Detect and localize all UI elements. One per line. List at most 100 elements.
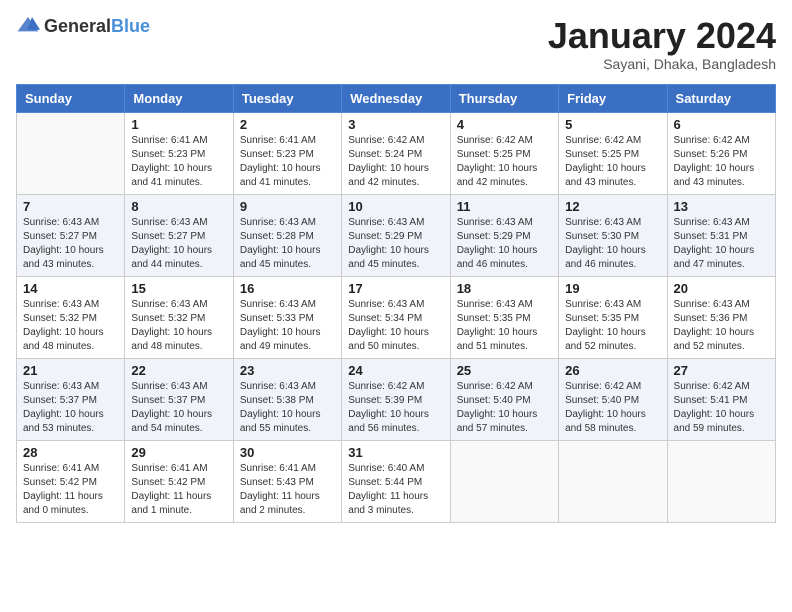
table-row: 3 Sunrise: 6:42 AM Sunset: 5:24 PM Daylig…	[342, 112, 450, 194]
col-header-wednesday: Wednesday	[342, 84, 450, 112]
day-number: 20	[674, 281, 769, 296]
day-info: Sunrise: 6:41 AM Sunset: 5:43 PM Dayligh…	[240, 462, 335, 518]
table-row	[17, 112, 125, 194]
col-header-saturday: Saturday	[667, 84, 775, 112]
day-info: Sunrise: 6:43 AM Sunset: 5:31 PM Dayligh…	[674, 216, 769, 272]
table-row: 10Sunrise: 6:43 AM Sunset: 5:29 PM Dayli…	[342, 194, 450, 276]
day-info: Sunrise: 6:40 AM Sunset: 5:44 PM Dayligh…	[348, 462, 443, 518]
table-row: 6 Sunrise: 6:42 AM Sunset: 5:26 PM Daylig…	[667, 112, 775, 194]
day-number: 21	[23, 363, 118, 378]
day-info: Sunrise: 6:42 AM Sunset: 5:39 PM Dayligh…	[348, 380, 443, 436]
calendar-week-row: 7Sunrise: 6:43 AM Sunset: 5:27 PM Daylig…	[17, 194, 776, 276]
day-info: Sunrise: 6:42 AM Sunset: 5:26 PM Dayligh…	[674, 134, 769, 190]
day-info: Sunrise: 6:43 AM Sunset: 5:27 PM Dayligh…	[23, 216, 118, 272]
day-number: 29	[131, 445, 226, 460]
day-number: 19	[565, 281, 660, 296]
table-row: 16Sunrise: 6:43 AM Sunset: 5:33 PM Dayli…	[233, 276, 341, 358]
day-info: Sunrise: 6:42 AM Sunset: 5:40 PM Dayligh…	[457, 380, 552, 436]
day-info: Sunrise: 6:41 AM Sunset: 5:23 PM Dayligh…	[240, 134, 335, 190]
logo: GeneralBlue	[16, 16, 150, 37]
day-number: 8	[131, 199, 226, 214]
day-number: 31	[348, 445, 443, 460]
day-info: Sunrise: 6:43 AM Sunset: 5:29 PM Dayligh…	[457, 216, 552, 272]
day-number: 16	[240, 281, 335, 296]
day-number: 1	[131, 117, 226, 132]
day-number: 14	[23, 281, 118, 296]
table-row: 29 Sunrise: 6:41 AM Sunset: 5:42 PM Dayli…	[125, 440, 233, 522]
day-number: 4	[457, 117, 552, 132]
day-info: Sunrise: 6:43 AM Sunset: 5:38 PM Dayligh…	[240, 380, 335, 436]
table-row: 31 Sunrise: 6:40 AM Sunset: 5:44 PM Dayli…	[342, 440, 450, 522]
day-number: 3	[348, 117, 443, 132]
day-info: Sunrise: 6:41 AM Sunset: 5:42 PM Dayligh…	[131, 462, 226, 518]
table-row: 20 Sunrise: 6:43 AM Sunset: 5:36 PM Dayli…	[667, 276, 775, 358]
day-number: 12	[565, 199, 660, 214]
page-header: GeneralBlue January 2024 Sayani, Dhaka, …	[16, 16, 776, 72]
col-header-thursday: Thursday	[450, 84, 558, 112]
table-row: 2 Sunrise: 6:41 AM Sunset: 5:23 PM Daylig…	[233, 112, 341, 194]
day-number: 28	[23, 445, 118, 460]
table-row: 19 Sunrise: 6:43 AM Sunset: 5:35 PM Dayli…	[559, 276, 667, 358]
title-area: January 2024 Sayani, Dhaka, Bangladesh	[548, 16, 776, 72]
day-number: 18	[457, 281, 552, 296]
day-info: Sunrise: 6:42 AM Sunset: 5:40 PM Dayligh…	[565, 380, 660, 436]
day-number: 26	[565, 363, 660, 378]
day-number: 22	[131, 363, 226, 378]
day-number: 23	[240, 363, 335, 378]
logo-text-blue: Blue	[111, 16, 150, 36]
table-row: 17Sunrise: 6:43 AM Sunset: 5:34 PM Dayli…	[342, 276, 450, 358]
table-row: 15 Sunrise: 6:43 AM Sunset: 5:32 PM Dayli…	[125, 276, 233, 358]
table-row: 5 Sunrise: 6:42 AM Sunset: 5:25 PM Daylig…	[559, 112, 667, 194]
month-title: January 2024	[548, 16, 776, 56]
day-info: Sunrise: 6:42 AM Sunset: 5:25 PM Dayligh…	[565, 134, 660, 190]
day-info: Sunrise: 6:42 AM Sunset: 5:25 PM Dayligh…	[457, 134, 552, 190]
col-header-friday: Friday	[559, 84, 667, 112]
table-row: 25Sunrise: 6:42 AM Sunset: 5:40 PM Dayli…	[450, 358, 558, 440]
table-row: 1 Sunrise: 6:41 AM Sunset: 5:23 PM Daylig…	[125, 112, 233, 194]
day-number: 27	[674, 363, 769, 378]
table-row	[667, 440, 775, 522]
table-row: 18 Sunrise: 6:43 AM Sunset: 5:35 PM Dayli…	[450, 276, 558, 358]
calendar-table: Sunday Monday Tuesday Wednesday Thursday…	[16, 84, 776, 523]
day-info: Sunrise: 6:42 AM Sunset: 5:24 PM Dayligh…	[348, 134, 443, 190]
table-row: 24 Sunrise: 6:42 AM Sunset: 5:39 PM Dayli…	[342, 358, 450, 440]
table-row	[559, 440, 667, 522]
logo-text-general: General	[44, 16, 111, 36]
logo-icon	[16, 15, 40, 35]
table-row: 7Sunrise: 6:43 AM Sunset: 5:27 PM Daylig…	[17, 194, 125, 276]
col-header-monday: Monday	[125, 84, 233, 112]
day-number: 5	[565, 117, 660, 132]
day-info: Sunrise: 6:43 AM Sunset: 5:37 PM Dayligh…	[23, 380, 118, 436]
day-info: Sunrise: 6:43 AM Sunset: 5:32 PM Dayligh…	[131, 298, 226, 354]
table-row: 27Sunrise: 6:42 AM Sunset: 5:41 PM Dayli…	[667, 358, 775, 440]
day-info: Sunrise: 6:43 AM Sunset: 5:29 PM Dayligh…	[348, 216, 443, 272]
day-number: 15	[131, 281, 226, 296]
col-header-sunday: Sunday	[17, 84, 125, 112]
table-row: 4 Sunrise: 6:42 AM Sunset: 5:25 PM Daylig…	[450, 112, 558, 194]
day-number: 13	[674, 199, 769, 214]
day-info: Sunrise: 6:43 AM Sunset: 5:27 PM Dayligh…	[131, 216, 226, 272]
table-row: 23 Sunrise: 6:43 AM Sunset: 5:38 PM Dayli…	[233, 358, 341, 440]
day-info: Sunrise: 6:43 AM Sunset: 5:35 PM Dayligh…	[457, 298, 552, 354]
day-info: Sunrise: 6:43 AM Sunset: 5:36 PM Dayligh…	[674, 298, 769, 354]
header-row: Sunday Monday Tuesday Wednesday Thursday…	[17, 84, 776, 112]
calendar-week-row: 14 Sunrise: 6:43 AM Sunset: 5:32 PM Dayli…	[17, 276, 776, 358]
table-row: 26 Sunrise: 6:42 AM Sunset: 5:40 PM Dayli…	[559, 358, 667, 440]
calendar-week-row: 21 Sunrise: 6:43 AM Sunset: 5:37 PM Dayli…	[17, 358, 776, 440]
day-number: 2	[240, 117, 335, 132]
day-number: 6	[674, 117, 769, 132]
table-row: 12 Sunrise: 6:43 AM Sunset: 5:30 PM Dayli…	[559, 194, 667, 276]
day-info: Sunrise: 6:43 AM Sunset: 5:35 PM Dayligh…	[565, 298, 660, 354]
day-number: 11	[457, 199, 552, 214]
day-info: Sunrise: 6:43 AM Sunset: 5:28 PM Dayligh…	[240, 216, 335, 272]
table-row	[450, 440, 558, 522]
day-number: 30	[240, 445, 335, 460]
day-info: Sunrise: 6:43 AM Sunset: 5:30 PM Dayligh…	[565, 216, 660, 272]
table-row: 9Sunrise: 6:43 AM Sunset: 5:28 PM Daylig…	[233, 194, 341, 276]
table-row: 30 Sunrise: 6:41 AM Sunset: 5:43 PM Dayli…	[233, 440, 341, 522]
day-number: 24	[348, 363, 443, 378]
day-info: Sunrise: 6:43 AM Sunset: 5:34 PM Dayligh…	[348, 298, 443, 354]
day-info: Sunrise: 6:41 AM Sunset: 5:23 PM Dayligh…	[131, 134, 226, 190]
table-row: 28Sunrise: 6:41 AM Sunset: 5:42 PM Dayli…	[17, 440, 125, 522]
day-info: Sunrise: 6:43 AM Sunset: 5:37 PM Dayligh…	[131, 380, 226, 436]
